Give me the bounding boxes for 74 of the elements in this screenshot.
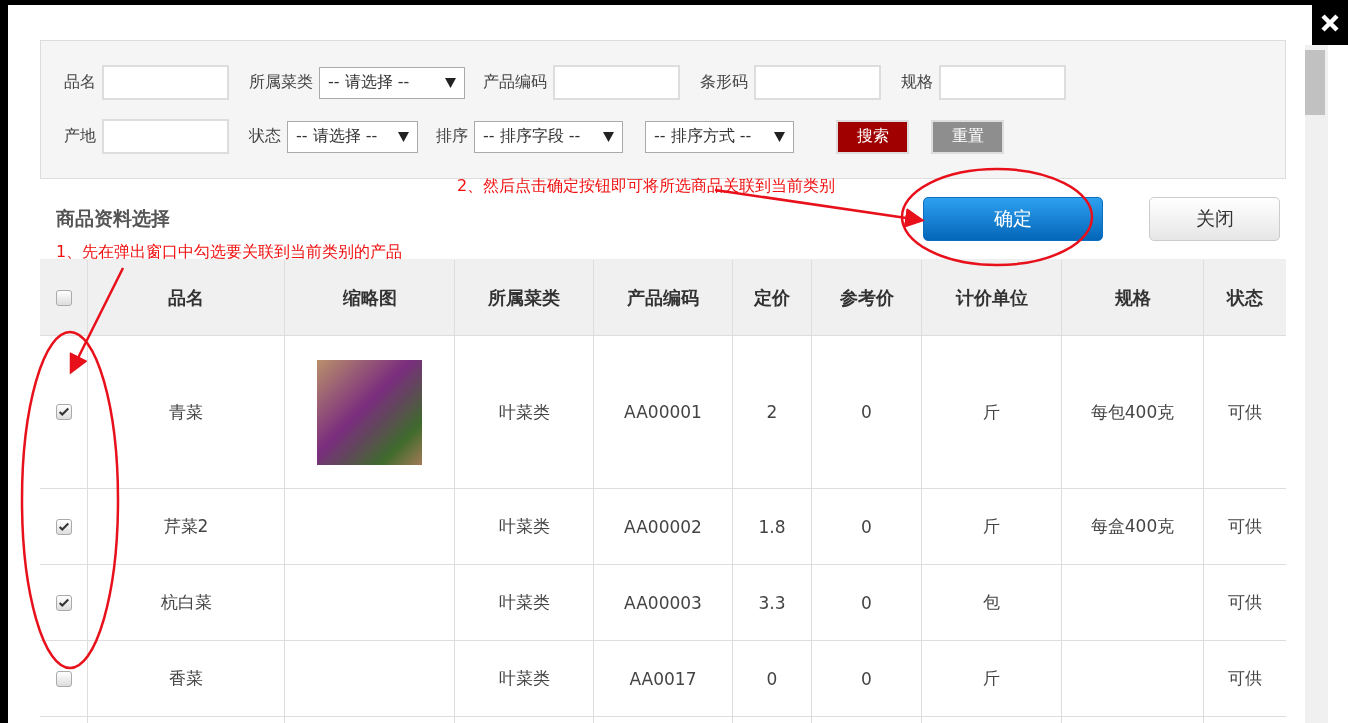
table-cell: 可供 [1228,400,1262,424]
search-button[interactable]: 搜索 [836,119,909,154]
table-cell: AA0017 [629,668,697,689]
table-cell: 包 [983,591,1000,614]
table-cell: 每盒400克 [1090,515,1175,538]
table-cell: 叶菜类 [498,591,550,614]
column-header: 产品编码 [594,260,733,335]
table-cell: 青菜 [169,400,203,424]
text-field[interactable] [553,65,680,100]
row-checkbox[interactable] [55,594,72,611]
table-cell: 叶菜类 [498,400,550,424]
table-cell: 叶菜类 [498,667,550,690]
table-cell: 0 [861,516,872,537]
select-all-checkbox[interactable] [55,289,72,306]
column-header: 状态 [1225,285,1264,310]
caret-icon [398,131,409,142]
text-field[interactable] [102,119,229,154]
table-cell: 可供 [1228,667,1262,690]
column-header: 规格 [1062,260,1204,335]
text-field[interactable] [102,65,229,100]
table-cell: 1.8 [758,516,786,537]
table-cell: 0 [861,668,872,689]
table-cell: 斤 [983,667,1000,690]
column-header: 缩略图 [285,260,455,335]
annotation-text: 1、先在弹出窗口中勾选要关联到当前类别的产品 [56,242,403,263]
table-cell: 3.3 [758,592,786,613]
row-checkbox[interactable] [55,404,72,420]
text-field[interactable] [939,65,1066,100]
table-cell: 杭白菜 [160,591,212,614]
column-header: 计价单位 [922,260,1062,335]
dropdown-select[interactable]: -- 请选择 -- [319,66,465,99]
table-cell: 0 [766,668,778,689]
field-label: 排序 [436,126,468,147]
field-label: 产品编码 [483,72,547,93]
field-label: 状态 [249,126,281,147]
checkmark-icon [57,520,70,533]
field-label: 品名 [64,72,96,93]
table-cell: AA00003 [624,592,702,613]
checkmark-icon [57,596,70,609]
table-cell: 2 [766,402,778,422]
field-label: 产地 [64,126,96,147]
confirm-button[interactable]: 确定 [923,197,1103,241]
text-field[interactable] [754,65,881,100]
table-cell: 每包400克 [1090,400,1175,424]
table-cell: 可供 [1228,515,1262,538]
table-cell: 0 [861,592,872,613]
table-cell: 0 [861,402,872,422]
table-cell: 芹菜2 [163,515,209,538]
field-label: 规格 [901,72,933,93]
table-cell: 斤 [983,400,1000,424]
column-header: 品名 [88,260,285,335]
dropdown-select[interactable]: -- 请选择 -- [287,120,418,153]
caret-icon [445,77,456,88]
column-header: 定价 [733,260,812,335]
table-cell: 斤 [983,515,1000,538]
column-header: 所属菜类 [455,260,594,335]
field-label: 所属菜类 [249,72,313,93]
column-header: 参考价 [812,260,922,335]
table-cell: 可供 [1228,591,1262,614]
close-button[interactable]: 关闭 [1149,197,1280,241]
row-checkbox[interactable] [55,518,72,535]
field-label: 条形码 [700,72,748,93]
table-cell: AA00002 [624,516,702,537]
table-cell: 香菜 [169,667,203,690]
dropdown-select[interactable]: -- 排序字段 -- [474,120,623,153]
table-cell: 叶菜类 [498,515,550,538]
caret-icon [774,131,785,142]
scrollbar[interactable] [1305,45,1328,723]
caret-icon [603,131,614,142]
row-checkbox[interactable] [55,670,72,687]
checkmark-icon [57,406,70,418]
section-title: 商品资料选择 [56,206,170,231]
table-cell: AA00001 [624,402,702,422]
dropdown-select[interactable]: -- 排序方式 -- [645,120,794,153]
